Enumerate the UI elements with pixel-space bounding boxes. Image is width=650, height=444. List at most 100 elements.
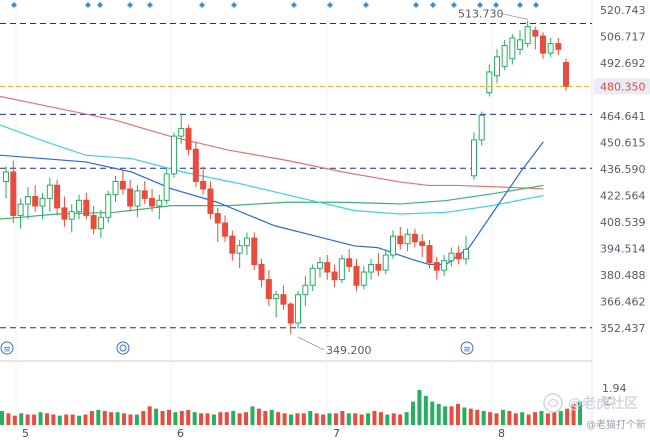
- volume-bar: [154, 408, 159, 425]
- candle-body: [309, 267, 316, 286]
- price-axis-tick-label: 380.488: [600, 269, 646, 282]
- volume-bar: [141, 411, 146, 425]
- volume-bar: [314, 413, 319, 425]
- reference-levels: [0, 22, 592, 329]
- event-badge-e-1[interactable]: ≡: [0, 341, 14, 355]
- volume-bar: [147, 406, 152, 425]
- candle-body: [229, 235, 236, 254]
- candle-body: [3, 171, 9, 182]
- price-axis-tick-label: 352.437: [600, 322, 646, 335]
- volume-bar: [481, 411, 486, 425]
- volume-bar: [51, 414, 56, 425]
- candle-body: [478, 114, 485, 141]
- candle-body: [243, 237, 250, 247]
- candle-body: [90, 214, 97, 230]
- candle-body: [368, 263, 375, 273]
- candle-body: [540, 35, 546, 54]
- volume-bar: [205, 413, 210, 425]
- candle-body: [547, 43, 554, 54]
- price-axis-tick-label: 436.590: [600, 163, 646, 176]
- candle-body: [353, 265, 360, 286]
- candle-body: [24, 196, 31, 205]
- candle-body: [295, 294, 302, 324]
- volume-bar: [96, 409, 101, 425]
- volume-bar: [64, 414, 69, 425]
- watermark-text: @老虎社区: [568, 395, 638, 412]
- candle-body: [532, 29, 539, 37]
- candle-body: [54, 184, 61, 209]
- top-marker: [85, 2, 91, 8]
- volume-bar: [475, 409, 480, 425]
- candle-body: [382, 254, 389, 271]
- candle-body: [141, 190, 148, 199]
- high-annotation-leader: [499, 12, 529, 20]
- volume-bars: [0, 390, 582, 425]
- candle-body: [156, 199, 163, 207]
- volume-bar: [295, 413, 300, 425]
- volume-bar: [224, 412, 229, 425]
- volume-bar: [263, 411, 268, 425]
- watermark-logo: @老虎社区: [543, 393, 638, 413]
- volume-bar: [430, 401, 435, 425]
- top-marker: [199, 2, 205, 8]
- candle-body: [419, 241, 426, 247]
- candle-body: [68, 211, 75, 220]
- volume-bar: [488, 412, 493, 425]
- volume-bar: [250, 406, 255, 425]
- event-badge-q[interactable]: [116, 341, 130, 355]
- price-axis-tick-label: 506.717: [600, 31, 646, 44]
- price-axis: 520.743506.717492.692478.666464.641450.6…: [600, 4, 646, 335]
- candle-body: [207, 188, 214, 215]
- candle-body: [455, 252, 462, 260]
- volume-bar: [340, 411, 345, 425]
- x-axis-day-label: 7: [333, 427, 340, 440]
- top-marker: [517, 2, 523, 8]
- candle-body: [112, 180, 119, 196]
- volume-bar: [160, 411, 165, 425]
- volume-bar: [449, 406, 454, 425]
- volume-bar: [282, 413, 287, 425]
- candle-body: [273, 294, 280, 299]
- volume-bar: [173, 412, 178, 425]
- candlesticks: [3, 20, 569, 335]
- volume-bar: [6, 413, 11, 425]
- volume-bar: [256, 408, 261, 425]
- volume-bar: [44, 413, 49, 425]
- volume-bar: [199, 413, 204, 425]
- volume-bar: [443, 406, 448, 425]
- candle-body: [251, 237, 258, 265]
- candle-body: [280, 294, 287, 305]
- volume-bar: [552, 412, 557, 425]
- price-axis-tick-label: 394.514: [600, 242, 646, 255]
- volume-bar: [455, 404, 460, 425]
- candle-body: [524, 26, 531, 45]
- x-axis-day-label: 8: [498, 427, 505, 440]
- low-annotation-leader: [297, 336, 325, 351]
- candle-body: [214, 213, 221, 224]
- volume-bar: [115, 412, 120, 425]
- volume-bar: [83, 414, 88, 425]
- volume-bar: [32, 414, 37, 425]
- candle-body: [389, 235, 396, 256]
- volume-bar: [128, 414, 133, 425]
- candle-body: [200, 180, 207, 190]
- volume-bar: [301, 413, 306, 425]
- volume-bar: [404, 412, 409, 425]
- candle-body: [426, 245, 433, 264]
- candle-body: [302, 284, 309, 296]
- volume-bar: [25, 414, 30, 425]
- candle-body: [149, 197, 156, 207]
- top-marker: [291, 2, 297, 8]
- candle-body: [10, 171, 17, 216]
- volume-bar: [526, 414, 531, 425]
- candle-body: [563, 62, 569, 87]
- volume-bar: [513, 413, 518, 425]
- volume-bar: [346, 413, 351, 425]
- candle-body: [83, 199, 90, 216]
- volume-bar: [327, 413, 332, 425]
- volume-bar: [353, 413, 358, 425]
- event-badge-e-2[interactable]: ≡: [460, 341, 474, 355]
- volume-bar: [333, 413, 338, 425]
- candle-body: [119, 180, 126, 190]
- candle-body: [185, 128, 192, 150]
